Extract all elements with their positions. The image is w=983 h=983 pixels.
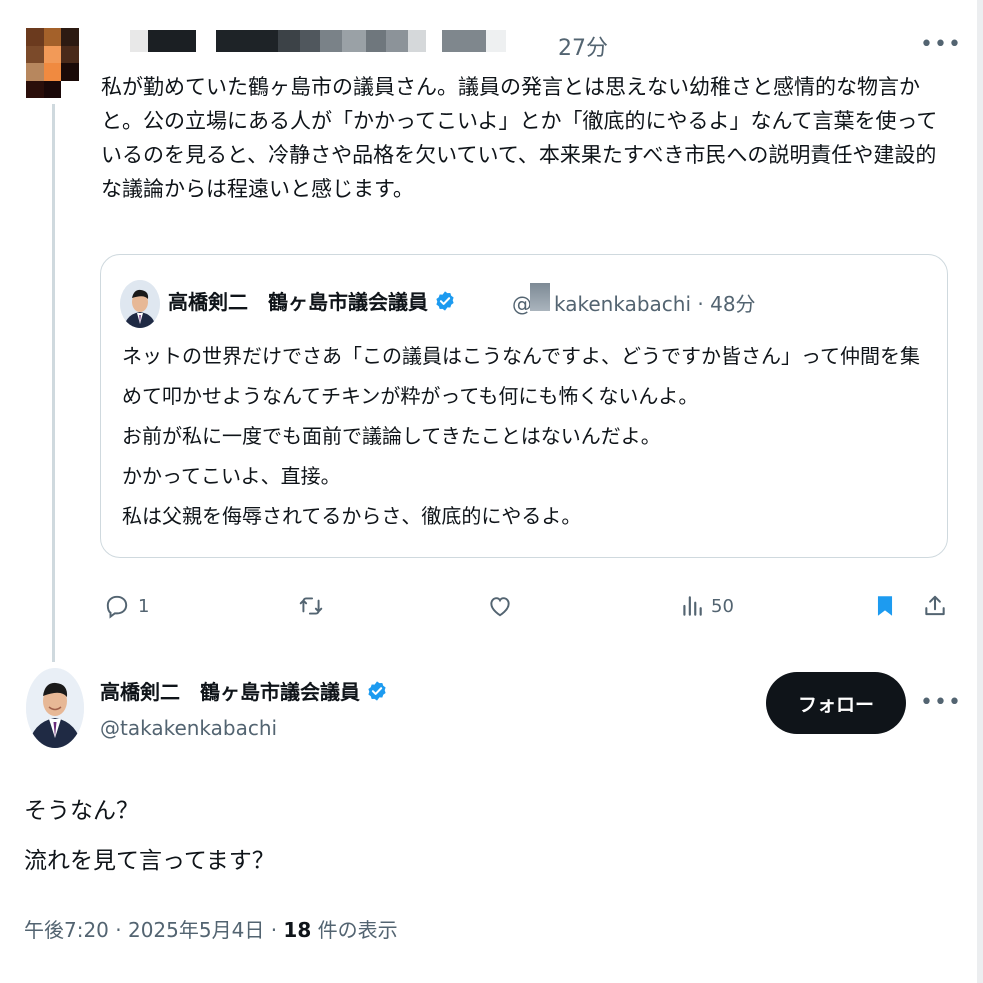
quoted-tweet-text: ネットの世界だけでさあ「この議員はこうなんですよ、どうですか皆さん」って仲間を集… <box>122 344 920 528</box>
share-icon <box>925 595 945 616</box>
bookmark-button[interactable] <box>872 590 898 622</box>
reply-count: 1 <box>138 595 150 617</box>
views-icon <box>683 596 702 616</box>
reply-timestamp[interactable]: 27分 <box>558 30 608 62</box>
reply-button[interactable]: 1 <box>104 590 149 622</box>
follow-button[interactable]: フォロー <box>766 672 906 734</box>
like-icon <box>490 597 510 617</box>
main-author-avatar[interactable] <box>26 668 84 748</box>
retweet-icon <box>299 597 323 615</box>
views-count: 50 <box>711 595 734 617</box>
more-options-icon[interactable]: ••• <box>920 32 962 57</box>
tweet-timestamp[interactable]: 午後7:20 · 2025年5月4日 · <box>24 918 283 942</box>
main-author-name[interactable]: 高橋剣二 鶴ヶ島市議会議員 <box>100 676 388 705</box>
pixelated-avatar[interactable] <box>26 28 96 98</box>
reply-icon <box>106 595 128 619</box>
scrollbar-track <box>977 0 983 983</box>
like-button[interactable] <box>487 590 513 622</box>
quoted-author-name-text: 高橋剣二 鶴ヶ島市議会議員 <box>168 290 428 314</box>
verified-badge-icon <box>368 681 386 701</box>
handle-prefix: @ <box>512 292 532 316</box>
main-author-handle[interactable]: @takakenkabachi <box>100 716 277 740</box>
quoted-timestamp[interactable]: · 48分 <box>697 292 755 316</box>
thread-connector-line <box>52 104 55 662</box>
tweet-meta: 午後7:20 · 2025年5月4日 · 18 件の表示 <box>24 914 398 943</box>
reply-tweet-text: 私が勤めていた鶴ヶ島市の議員さん。議員の発言とは思えない幼稚さと感情的な物言かと… <box>101 75 938 201</box>
views-button[interactable]: 50 <box>679 590 734 622</box>
main-author-name-text: 高橋剣二 鶴ヶ島市議会議員 <box>100 680 360 704</box>
handle-rest: kakenkabachi <box>554 292 692 316</box>
handle-redaction-block <box>530 283 550 311</box>
bookmark-icon <box>877 596 893 616</box>
view-count-label: 件の表示 <box>311 918 398 942</box>
more-options-icon[interactable]: ••• <box>920 690 962 715</box>
retweet-button[interactable] <box>298 590 324 622</box>
main-tweet-text: そうなん？ 流れを見て言ってます？ <box>24 798 275 874</box>
quoted-author-avatar[interactable] <box>120 280 160 328</box>
blurred-author-name <box>130 30 506 52</box>
verified-badge-icon <box>436 291 454 311</box>
quoted-author-name[interactable]: 高橋剣二 鶴ヶ島市議会議員 <box>168 286 456 315</box>
share-button[interactable] <box>922 590 948 622</box>
view-count-number: 18 <box>283 918 312 942</box>
